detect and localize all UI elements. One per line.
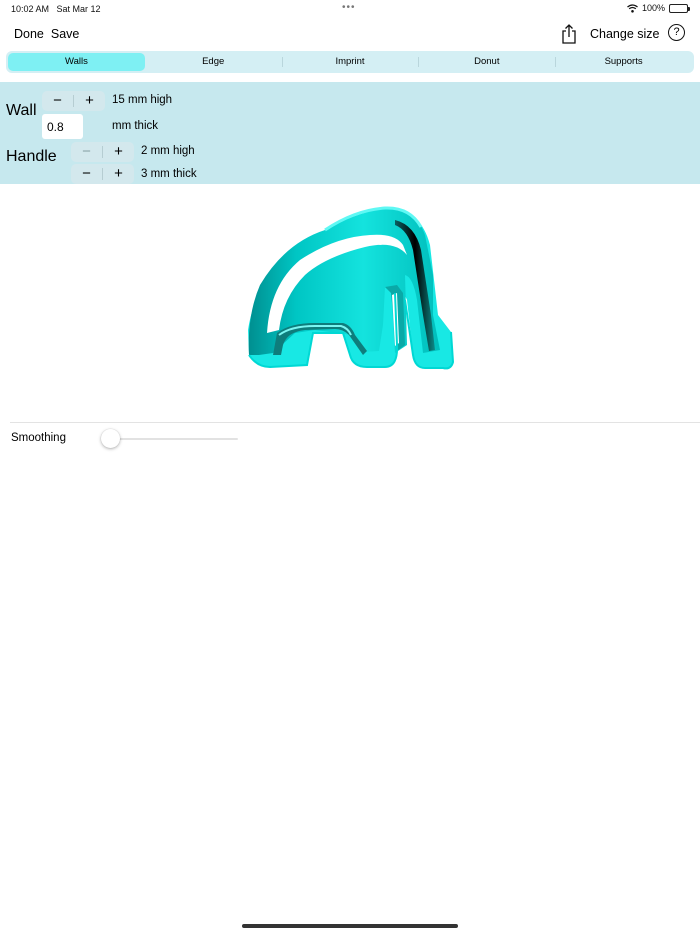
tab-supports[interactable]: Supports: [555, 53, 692, 71]
handle-height-increment-button[interactable]: +: [103, 142, 134, 162]
multitasking-dots[interactable]: •••: [342, 2, 356, 13]
wall-height-increment-button[interactable]: +: [74, 91, 105, 111]
smoothing-slider-track[interactable]: [110, 438, 238, 440]
handle-label: Handle: [6, 148, 57, 165]
tab-donut[interactable]: Donut: [418, 53, 555, 71]
save-button[interactable]: Save: [51, 27, 80, 41]
wall-thickness-field[interactable]: [42, 114, 83, 139]
battery-percent: 100%: [641, 3, 665, 13]
tab-edge[interactable]: Edge: [145, 53, 282, 71]
mode-tabs: Walls Edge Imprint Donut Supports: [6, 51, 694, 73]
share-icon[interactable]: [560, 24, 578, 44]
status-bar: 10:02 AM Sat Mar 12 ••• 100%: [0, 0, 700, 18]
handle-height-value: 2 mm high: [141, 145, 195, 157]
wall-height-value: 15 mm high: [112, 94, 173, 106]
tab-walls[interactable]: Walls: [8, 53, 145, 71]
change-size-button[interactable]: Change size: [590, 27, 660, 41]
divider-line: [10, 422, 700, 423]
handle-thickness-decrement-button[interactable]: −: [71, 164, 102, 184]
tab-imprint[interactable]: Imprint: [281, 53, 419, 71]
handle-thickness-value: 3 mm thick: [141, 168, 197, 180]
wall-thickness-unit: mm thick: [112, 120, 158, 132]
handle-height-decrement-button[interactable]: −: [71, 142, 102, 162]
smoothing-label: Smoothing: [11, 432, 66, 444]
done-button[interactable]: Done: [14, 27, 44, 41]
wall-height-decrement-button[interactable]: −: [42, 91, 73, 111]
handle-thickness-stepper: − +: [71, 164, 134, 184]
status-right: 100%: [627, 3, 690, 13]
handle-thickness-increment-button[interactable]: +: [103, 164, 134, 184]
cookie-cutter-3d-preview[interactable]: [245, 205, 460, 375]
nav-bar: Done Save Change size ?: [0, 22, 700, 48]
home-indicator[interactable]: [242, 924, 458, 928]
wall-label: Wall: [6, 102, 37, 119]
smoothing-slider-thumb[interactable]: [101, 429, 120, 448]
help-icon[interactable]: ?: [668, 24, 685, 41]
wall-height-stepper: − +: [42, 91, 105, 111]
status-time: 10:02 AM Sat Mar 12: [11, 4, 101, 14]
handle-height-stepper: − +: [71, 142, 134, 162]
wifi-icon: [627, 3, 638, 13]
battery-icon: [669, 3, 690, 13]
